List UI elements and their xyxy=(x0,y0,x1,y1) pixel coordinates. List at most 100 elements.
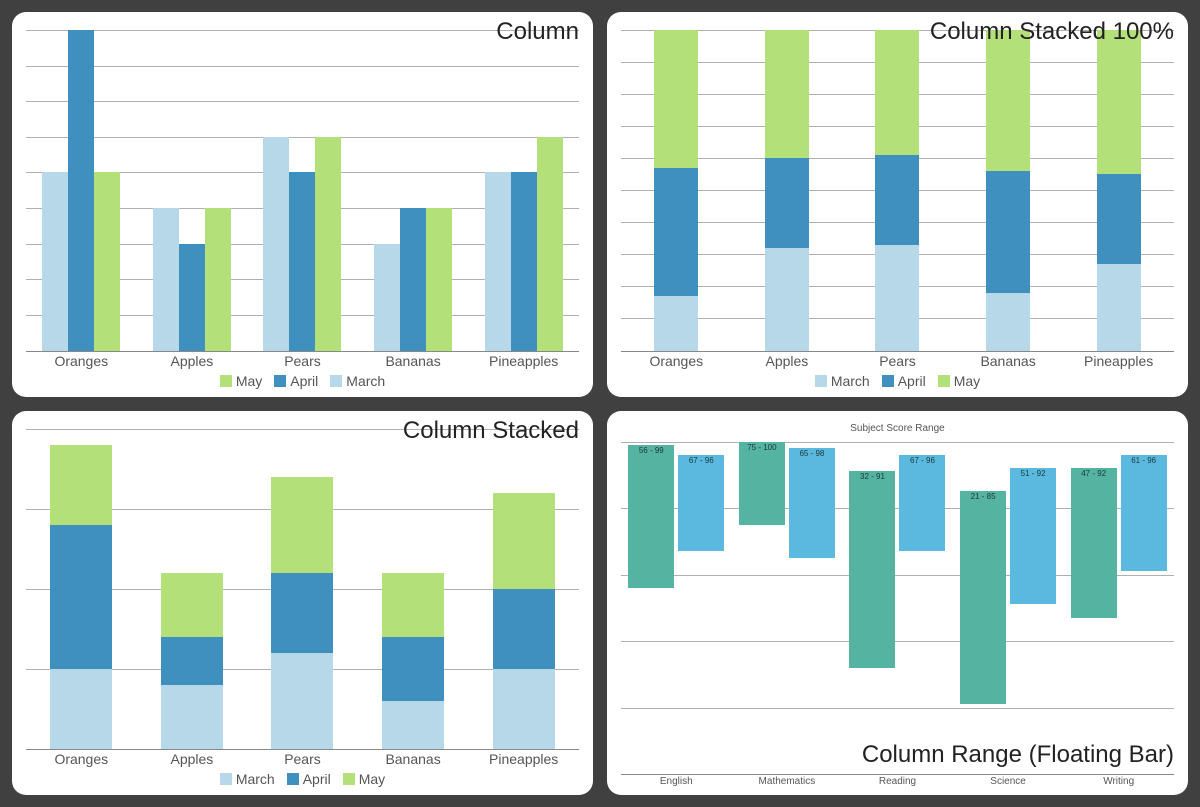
legend-swatch xyxy=(220,375,232,387)
bar-group xyxy=(468,30,579,351)
bar xyxy=(511,172,537,350)
bar-segment xyxy=(50,669,112,749)
bar-group: 32 - 9167 - 96 xyxy=(842,442,953,775)
bar-group xyxy=(1063,30,1174,351)
x-label: Oranges xyxy=(26,353,137,369)
stack xyxy=(382,429,444,750)
bar-segment xyxy=(1097,264,1141,351)
plot-area xyxy=(621,30,1174,351)
x-label: Bananas xyxy=(358,353,469,369)
legend-swatch xyxy=(938,375,950,387)
bar-segment xyxy=(493,493,555,589)
bar-segment xyxy=(271,653,333,749)
x-axis: OrangesApplesPearsBananasPineapples xyxy=(26,353,579,369)
range-bar: 65 - 98 xyxy=(789,448,835,558)
x-label: Apples xyxy=(137,751,248,767)
chart-subtitle: Subject Score Range xyxy=(621,423,1174,434)
bar-segment xyxy=(765,158,809,248)
bar xyxy=(179,244,205,351)
bar-group xyxy=(842,30,953,351)
bar-group xyxy=(358,30,469,351)
x-label: Writing xyxy=(1063,776,1174,787)
legend-item: April xyxy=(274,373,318,389)
x-label: Apples xyxy=(732,353,843,369)
legend-swatch xyxy=(343,773,355,785)
legend-item: March xyxy=(220,771,275,787)
range-bar: 51 - 92 xyxy=(1010,468,1056,604)
bar-group xyxy=(247,429,358,750)
panel-range: Subject Score Range 56 - 9967 - 9675 - 1… xyxy=(607,411,1188,796)
bar-segment xyxy=(271,477,333,573)
stack xyxy=(161,429,223,750)
bar-segment xyxy=(271,573,333,653)
bar-segment xyxy=(382,637,444,701)
x-label: Pears xyxy=(247,353,358,369)
bar-segment xyxy=(654,30,698,168)
stack xyxy=(271,429,333,750)
plot-area xyxy=(26,429,579,750)
panel-column: Column OrangesApplesPearsBananasPineappl… xyxy=(12,12,593,397)
x-label: Pears xyxy=(842,353,953,369)
bar-segment xyxy=(875,245,919,351)
panel-stacked-100: Column Stacked 100% OrangesApplesPearsBa… xyxy=(607,12,1188,397)
legend-item: May xyxy=(938,373,980,389)
bars: 56 - 9967 - 9675 - 10065 - 9832 - 9167 -… xyxy=(621,442,1174,775)
bar xyxy=(315,137,341,351)
bar-group: 75 - 10065 - 98 xyxy=(732,442,843,775)
range-bar: 32 - 91 xyxy=(849,471,895,667)
bar xyxy=(263,137,289,351)
x-axis: OrangesApplesPearsBananasPineapples xyxy=(26,751,579,767)
bar-group xyxy=(358,429,469,750)
legend: MarchAprilMay xyxy=(26,771,579,787)
legend-swatch xyxy=(274,375,286,387)
chart-title: Column xyxy=(496,18,579,46)
stack xyxy=(50,429,112,750)
range-bar: 56 - 99 xyxy=(628,445,674,588)
panel-stacked: Column Stacked OrangesApplesPearsBananas… xyxy=(12,411,593,796)
x-label: Bananas xyxy=(358,751,469,767)
bar xyxy=(426,208,452,350)
bar-group xyxy=(621,30,732,351)
bar xyxy=(400,208,426,350)
x-label: Reading xyxy=(842,776,953,787)
legend-swatch xyxy=(330,375,342,387)
bar-group xyxy=(247,30,358,351)
legend-item: May xyxy=(220,373,262,389)
x-label: Pears xyxy=(247,751,358,767)
bar xyxy=(289,172,315,350)
bar-segment xyxy=(382,701,444,749)
bars xyxy=(26,30,579,351)
x-label: English xyxy=(621,776,732,787)
x-label: Science xyxy=(953,776,1064,787)
bars xyxy=(621,30,1174,351)
range-bar: 67 - 96 xyxy=(899,455,945,551)
range-bar: 61 - 96 xyxy=(1121,455,1167,571)
bar-segment xyxy=(986,171,1030,293)
bar-segment xyxy=(875,155,919,245)
bar-segment xyxy=(875,30,919,155)
bar-segment xyxy=(50,445,112,525)
x-label: Mathematics xyxy=(732,776,843,787)
bar-group xyxy=(732,30,843,351)
bar-group xyxy=(953,30,1064,351)
bar xyxy=(68,30,94,351)
bar xyxy=(153,208,179,350)
bar xyxy=(485,172,511,350)
bar-segment xyxy=(654,168,698,296)
bar-segment xyxy=(382,573,444,637)
bar-segment xyxy=(765,248,809,351)
x-label: Oranges xyxy=(621,353,732,369)
x-axis: OrangesApplesPearsBananasPineapples xyxy=(621,353,1174,369)
bars xyxy=(26,429,579,750)
legend-swatch xyxy=(287,773,299,785)
bar-segment xyxy=(493,669,555,749)
chart-title: Column Stacked 100% xyxy=(930,18,1174,46)
bar-group xyxy=(468,429,579,750)
x-label: Pineapples xyxy=(468,353,579,369)
bar-segment xyxy=(1097,174,1141,264)
range-bar: 67 - 96 xyxy=(678,455,724,551)
x-label: Bananas xyxy=(953,353,1064,369)
range-bar: 75 - 100 xyxy=(739,442,785,525)
legend-swatch xyxy=(882,375,894,387)
bar-group xyxy=(137,30,248,351)
